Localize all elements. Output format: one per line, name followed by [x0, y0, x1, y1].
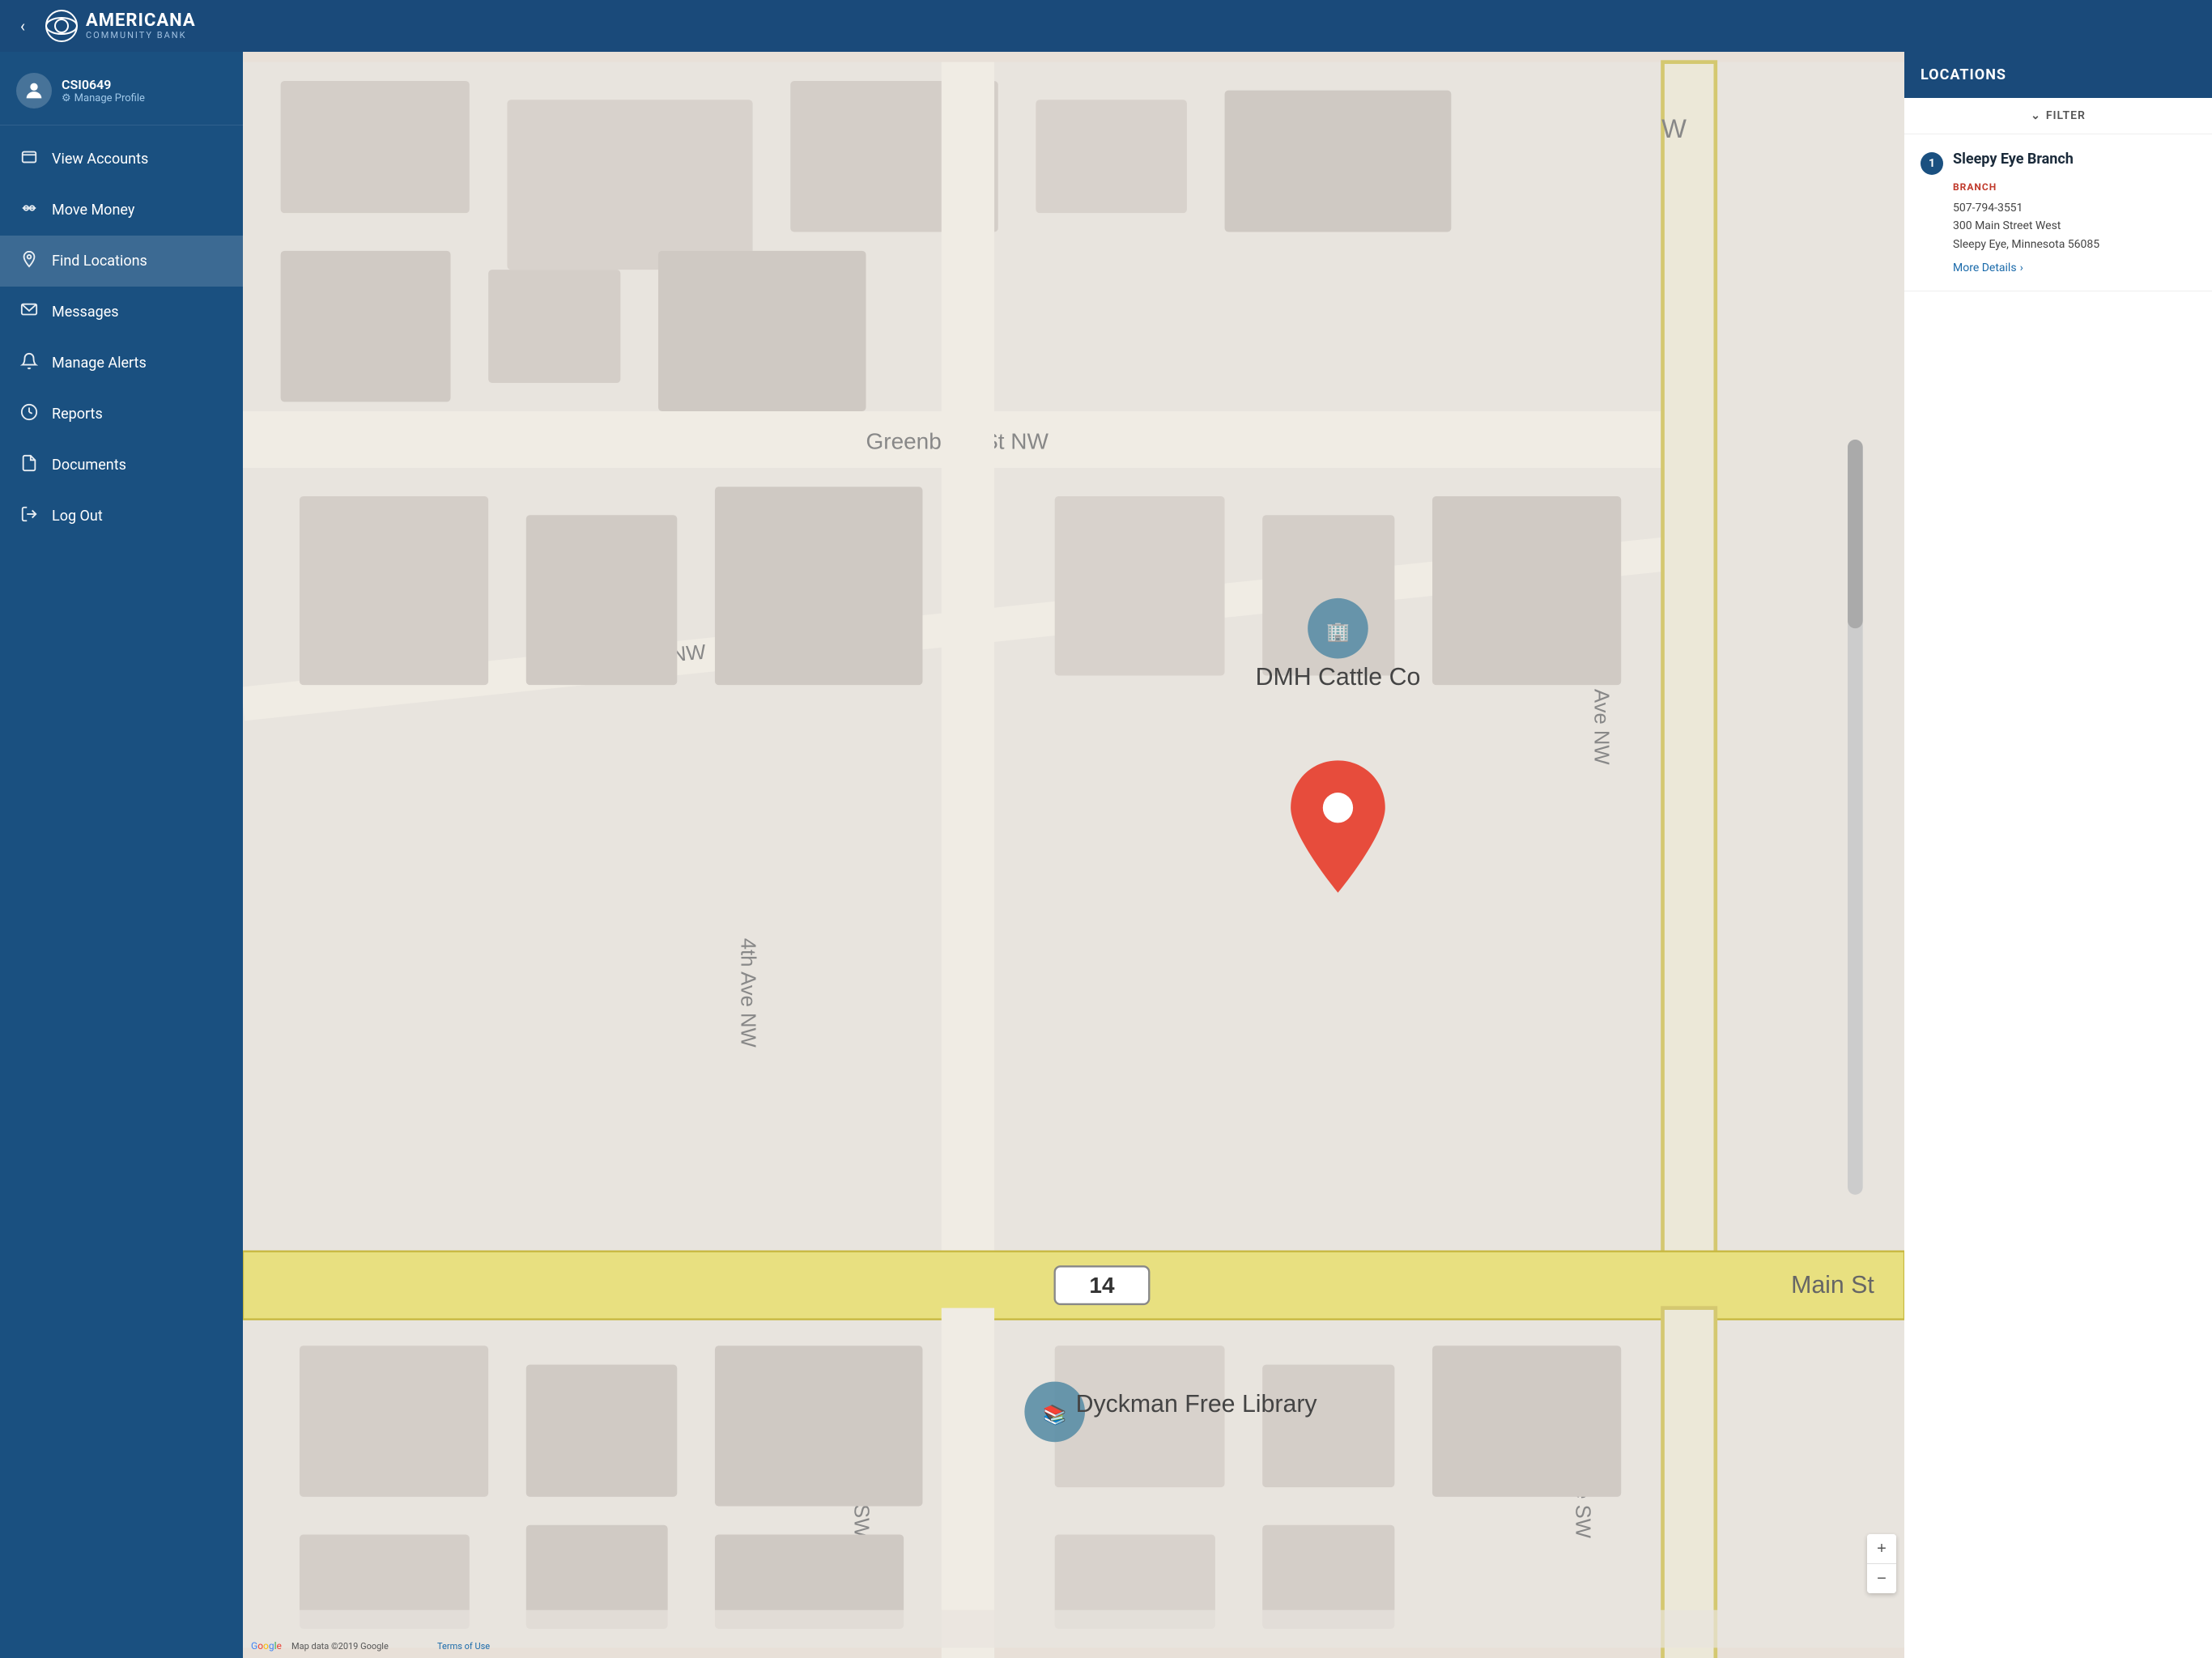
svg-text:🏢: 🏢	[1326, 621, 1350, 643]
main-layout: CSI0649 ⚙ Manage Profile View Accounts M…	[0, 52, 2212, 1658]
location-name: Sleepy Eye Branch	[1953, 151, 2074, 168]
svg-text:W: W	[1661, 113, 1687, 143]
sidebar-item-manage-alerts[interactable]: Manage Alerts	[0, 338, 243, 389]
brand-logo: AMERICANA COMMUNITY BANK	[45, 10, 196, 42]
svg-text:Dyckman Free Library: Dyckman Free Library	[1076, 1391, 1318, 1418]
filter-bar[interactable]: ⌄ FILTER	[1904, 98, 2212, 134]
sidebar-item-label: Move Money	[52, 202, 134, 219]
sidebar-item-label: Messages	[52, 304, 119, 321]
map-data-label: Map data ©2019 Google	[291, 1641, 389, 1652]
location-address-line1: 300 Main Street West	[1953, 217, 2196, 235]
user-id: CSI0649	[62, 77, 145, 92]
location-address-line2: Sleepy Eye, Minnesota 56085	[1953, 236, 2196, 253]
sidebar-item-label: Find Locations	[52, 253, 147, 270]
reports-icon	[19, 403, 39, 425]
zoom-in-button[interactable]: +	[1867, 1534, 1896, 1563]
location-card: 1 Sleepy Eye Branch BRANCH 507-794-3551 …	[1904, 134, 2212, 291]
svg-text:📚: 📚	[1043, 1405, 1066, 1426]
google-logo: Google	[251, 1640, 282, 1652]
location-phone: 507-794-3551	[1953, 199, 2196, 217]
filter-label: FILTER	[2046, 109, 2086, 122]
manage-profile-link[interactable]: ⚙ Manage Profile	[62, 92, 145, 104]
zoom-out-button[interactable]: −	[1867, 1564, 1896, 1593]
user-info: CSI0649 ⚙ Manage Profile	[62, 77, 145, 104]
svg-text:DMH Cattle Co: DMH Cattle Co	[1256, 664, 1421, 691]
gear-icon: ⚙	[62, 92, 71, 104]
logo-text: AMERICANA COMMUNITY BANK	[86, 11, 196, 40]
chevron-right-icon: ›	[2020, 261, 2023, 274]
documents-icon	[19, 454, 39, 476]
app-header: ‹ AMERICANA COMMUNITY BANK	[0, 0, 2212, 52]
sidebar-item-label: Reports	[52, 406, 103, 423]
locations-panel: LOCATIONS ⌄ FILTER 1 Sleepy Eye Branch B…	[1904, 52, 2212, 1658]
sidebar-item-label: Log Out	[52, 508, 103, 525]
svg-text:Main St: Main St	[1791, 1272, 1874, 1299]
sidebar: CSI0649 ⚙ Manage Profile View Accounts M…	[0, 52, 243, 1658]
move-money-icon	[19, 199, 39, 221]
sidebar-item-documents[interactable]: Documents	[0, 440, 243, 491]
terms-of-use-link[interactable]: Terms of Use	[437, 1641, 490, 1652]
sidebar-item-view-accounts[interactable]: View Accounts	[0, 134, 243, 185]
locations-list: 1 Sleepy Eye Branch BRANCH 507-794-3551 …	[1904, 134, 2212, 291]
user-section: CSI0649 ⚙ Manage Profile	[0, 60, 243, 125]
svg-text:4th Ave NW: 4th Ave NW	[737, 938, 759, 1048]
avatar	[16, 73, 52, 108]
messages-icon	[19, 301, 39, 323]
manage-alerts-icon	[19, 352, 39, 374]
locations-header: LOCATIONS	[1904, 52, 2212, 98]
sidebar-item-reports[interactable]: Reports	[0, 389, 243, 440]
sidebar-item-log-out[interactable]: Log Out	[0, 491, 243, 542]
location-number: 1	[1921, 152, 1943, 175]
map-container: Greenback St NW t Ave NW 4th Ave NW 3rd …	[243, 52, 1904, 1658]
location-header: 1 Sleepy Eye Branch	[1921, 151, 2196, 175]
content-area: Greenback St NW t Ave NW 4th Ave NW 3rd …	[243, 52, 2212, 1658]
nav-menu: View Accounts Move Money Find Locations …	[0, 134, 243, 542]
location-type: BRANCH	[1953, 181, 2196, 193]
find-locations-icon	[19, 250, 39, 272]
more-details-link[interactable]: More Details ›	[1953, 261, 2196, 274]
logo-main-text: AMERICANA	[86, 11, 196, 31]
chevron-down-icon: ⌄	[2031, 109, 2041, 122]
location-address: 507-794-3551 300 Main Street West Sleepy…	[1953, 199, 2196, 253]
sidebar-item-label: View Accounts	[52, 151, 148, 168]
logo-icon	[45, 10, 78, 42]
svg-text:14: 14	[1089, 1273, 1115, 1298]
sidebar-item-label: Manage Alerts	[52, 355, 147, 372]
sidebar-item-label: Documents	[52, 457, 126, 474]
view-accounts-icon	[19, 148, 39, 170]
map-zoom-controls: + −	[1867, 1534, 1896, 1593]
log-out-icon	[19, 505, 39, 527]
sidebar-item-find-locations[interactable]: Find Locations	[0, 236, 243, 287]
logo-sub-text: COMMUNITY BANK	[86, 31, 196, 40]
back-button[interactable]: ‹	[16, 12, 29, 40]
sidebar-item-messages[interactable]: Messages	[0, 287, 243, 338]
sidebar-item-move-money[interactable]: Move Money	[0, 185, 243, 236]
